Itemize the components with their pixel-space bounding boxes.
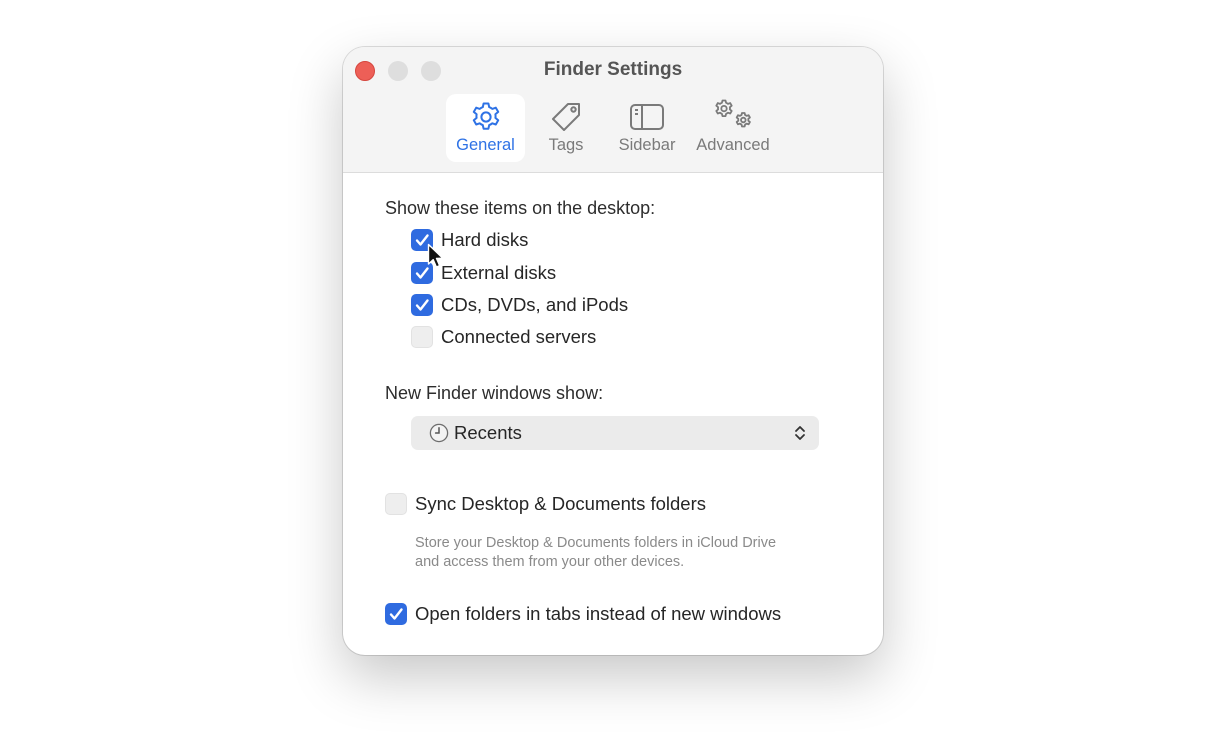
tab-sidebar[interactable]: Sidebar (611, 94, 683, 162)
connected-servers-label[interactable]: Connected servers (441, 326, 596, 348)
clock-icon (429, 423, 449, 448)
tab-label: General (456, 136, 515, 154)
open-folders-in-tabs-checkbox[interactable] (385, 603, 407, 625)
sidebar-icon (629, 100, 665, 139)
tab-label: Tags (548, 136, 584, 154)
open-folders-in-tabs-label[interactable]: Open folders in tabs instead of new wind… (415, 603, 781, 625)
tab-general[interactable]: General (446, 94, 525, 162)
sync-desktop-documents-label[interactable]: Sync Desktop & Documents folders (415, 493, 706, 515)
sync-description: Store your Desktop & Documents folders i… (415, 535, 777, 570)
tab-advanced[interactable]: Advanced (691, 94, 775, 162)
checkmark-icon (415, 299, 429, 311)
connected-servers-checkbox[interactable] (411, 326, 433, 348)
popup-selected-value: Recents (454, 422, 522, 443)
desktop-background: Finder Settings General Tags Sidebar Adv… (0, 0, 1216, 749)
toolbar: Finder Settings General Tags Sidebar Adv… (343, 47, 883, 173)
mouse-cursor-icon (427, 243, 445, 276)
gear-icon (469, 100, 503, 139)
tag-icon (549, 100, 583, 139)
gears-icon (712, 98, 754, 139)
window-title: Finder Settings (543, 59, 683, 80)
tab-label: Sidebar (618, 136, 676, 154)
hard-disks-label[interactable]: Hard disks (441, 229, 528, 251)
desktop-items-heading: Show these items on the desktop: (385, 198, 656, 218)
new-windows-popup[interactable]: Recents (411, 416, 819, 450)
chevron-updown-icon (793, 424, 807, 447)
cds-dvds-ipods-checkbox[interactable] (411, 294, 433, 316)
cds-dvds-ipods-label[interactable]: CDs, DVDs, and iPods (441, 294, 628, 316)
new-windows-heading: New Finder windows show: (385, 383, 604, 403)
finder-settings-window: Finder Settings General Tags Sidebar Adv… (343, 47, 883, 655)
tab-tags[interactable]: Tags (537, 94, 595, 162)
checkmark-icon (389, 608, 403, 620)
tab-label: Advanced (696, 136, 770, 154)
external-disks-label[interactable]: External disks (441, 262, 556, 284)
sync-desktop-documents-checkbox[interactable] (385, 493, 407, 515)
